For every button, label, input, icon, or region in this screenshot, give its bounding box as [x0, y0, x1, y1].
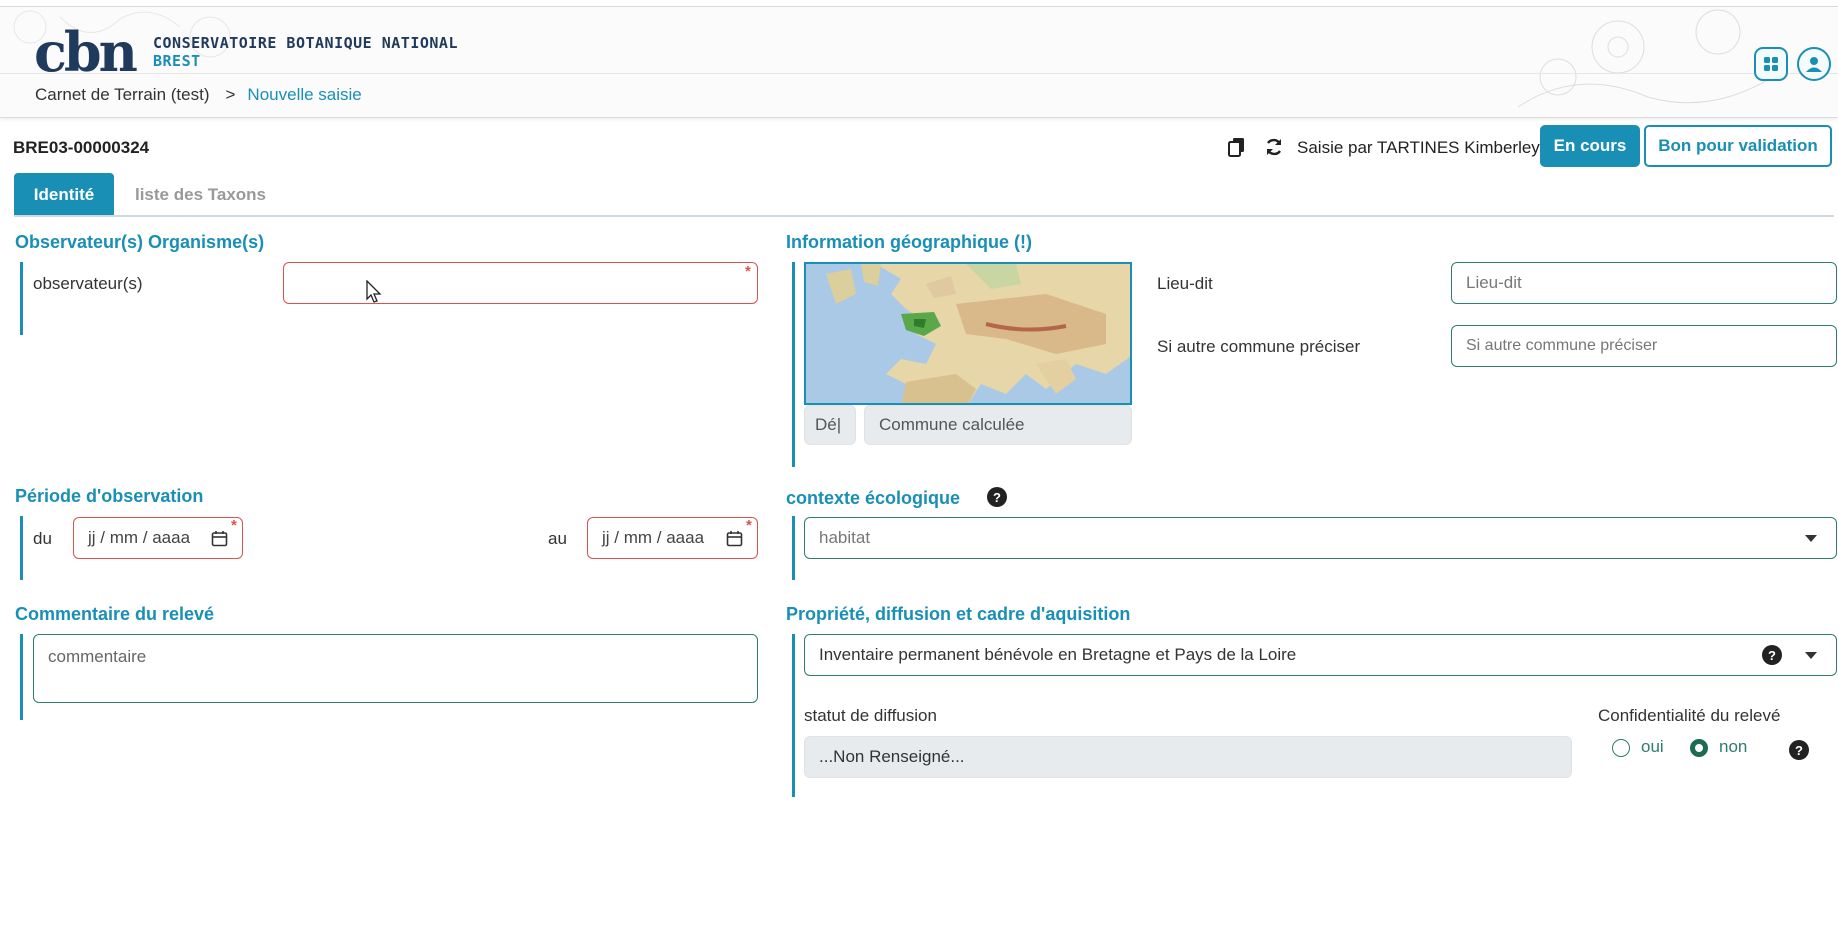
saisie-author: Saisie par TARTINES Kimberley: [1297, 138, 1540, 157]
date-au-placeholder: jj / mm / aaaa: [602, 528, 705, 547]
observateurs-input[interactable]: [283, 262, 758, 304]
tabs-divider: [14, 215, 1834, 217]
europe-map[interactable]: [804, 262, 1132, 405]
app-header: cbn CONSERVATOIRE BOTANIQUE NATIONAL BRE…: [0, 6, 1838, 118]
geo-title: Information géographique (!): [786, 232, 1032, 252]
date-du-input[interactable]: jj / mm / aaaa: [73, 517, 243, 559]
departement-field[interactable]: Dé|: [804, 405, 856, 445]
section-bar: [792, 516, 795, 580]
statut-diffusion-label: statut de diffusion: [804, 706, 937, 725]
breadcrumb-current[interactable]: Nouvelle saisie: [247, 85, 361, 104]
breadcrumb-root[interactable]: Carnet de Terrain (test): [35, 85, 209, 104]
cadre-acquisition-select[interactable]: Inventaire permanent bénévole en Bretagn…: [804, 634, 1837, 676]
autre-commune-label: Si autre commune préciser: [1157, 337, 1361, 356]
autre-commune-input[interactable]: [1451, 325, 1837, 367]
ecologie-title: contexte écologique: [786, 488, 961, 508]
mouse-cursor-icon: [366, 280, 382, 303]
habitat-select[interactable]: habitat: [804, 517, 1837, 559]
section-bar: [20, 516, 23, 580]
calendar-icon[interactable]: [211, 530, 228, 547]
calendar-icon[interactable]: [726, 530, 743, 547]
statut-diffusion-field[interactable]: ...Non Renseigné...: [804, 736, 1572, 778]
cadre-acquisition-value: Inventaire permanent bénévole en Bretagn…: [819, 645, 1297, 664]
org-city: BREST: [153, 52, 201, 70]
apps-grid-icon: [1764, 57, 1778, 71]
tab-identite[interactable]: Identité: [14, 173, 114, 216]
commentaire-textarea[interactable]: commentaire: [33, 634, 758, 703]
du-label: du: [33, 529, 52, 548]
section-bar: [20, 262, 23, 335]
bon-pour-validation-button[interactable]: Bon pour validation: [1644, 125, 1832, 167]
autre-commune-text-field[interactable]: [1466, 337, 1822, 355]
map-image: [806, 264, 1130, 403]
commune-calculee-field: Commune calculée: [864, 405, 1132, 445]
tab-liste-taxons[interactable]: liste des Taxons: [118, 173, 283, 216]
help-icon[interactable]: ?: [1789, 740, 1809, 760]
org-name: CONSERVATOIRE BOTANIQUE NATIONAL: [153, 34, 458, 52]
date-du-placeholder: jj / mm / aaaa: [88, 528, 191, 547]
breadcrumb-separator: >: [225, 85, 236, 104]
lieu-dit-label: Lieu-dit: [1157, 274, 1213, 293]
refresh-button[interactable]: [1263, 136, 1285, 158]
confidentialite-label: Confidentialité du relevé: [1598, 706, 1781, 725]
section-bar: [792, 634, 795, 797]
oui-label: oui: [1641, 737, 1664, 756]
user-menu-button[interactable]: [1797, 47, 1831, 81]
commentaire-title: Commentaire du relevé: [15, 604, 215, 624]
observateurs-title: Observateur(s) Organisme(s): [15, 232, 265, 252]
chevron-down-icon[interactable]: [1805, 652, 1817, 659]
confidentialite-non-radio[interactable]: [1690, 739, 1708, 757]
help-icon[interactable]: ?: [1762, 645, 1782, 665]
copy-button[interactable]: [1226, 136, 1248, 158]
section-bar: [792, 262, 795, 467]
commentaire-placeholder: commentaire: [48, 647, 147, 666]
statut-diffusion-value: ...Non Renseigné...: [819, 747, 965, 766]
observateurs-label: observateur(s): [33, 274, 143, 293]
floral-decoration: [1517, 9, 1789, 108]
habitat-placeholder: habitat: [819, 528, 871, 547]
lieu-dit-text-field[interactable]: [1466, 273, 1822, 293]
date-au-input[interactable]: jj / mm / aaaa: [587, 517, 758, 559]
record-id: BRE03-00000324: [13, 138, 150, 157]
cbn-logo[interactable]: cbn: [34, 25, 138, 79]
observateurs-text-field[interactable]: [298, 273, 743, 293]
refresh-icon: [1266, 138, 1282, 156]
required-marker: *: [746, 517, 752, 534]
commune-placeholder: Commune calculée: [879, 415, 1025, 434]
help-icon[interactable]: ?: [987, 487, 1007, 507]
breadcrumb: Carnet de Terrain (test) > Nouvelle saisie: [35, 85, 362, 105]
periode-title: Période d'observation: [15, 486, 204, 506]
required-marker: *: [745, 263, 751, 280]
non-label: non: [1719, 737, 1748, 756]
required-marker: *: [231, 517, 237, 534]
confidentialite-oui-radio[interactable]: [1612, 739, 1630, 757]
status-en-cours-button[interactable]: En cours: [1540, 125, 1640, 167]
header-divider: [0, 73, 1838, 74]
user-icon: [1806, 57, 1822, 72]
lieu-dit-input[interactable]: [1451, 262, 1837, 304]
section-bar: [20, 634, 23, 720]
au-label: au: [548, 529, 567, 548]
apps-grid-button[interactable]: [1754, 47, 1788, 81]
propriete-title: Propriété, diffusion et cadre d'aquisiti…: [786, 604, 1131, 624]
chevron-down-icon[interactable]: [1805, 535, 1817, 542]
copy-icon: [1228, 138, 1244, 157]
departement-placeholder: Dé|: [815, 415, 842, 434]
